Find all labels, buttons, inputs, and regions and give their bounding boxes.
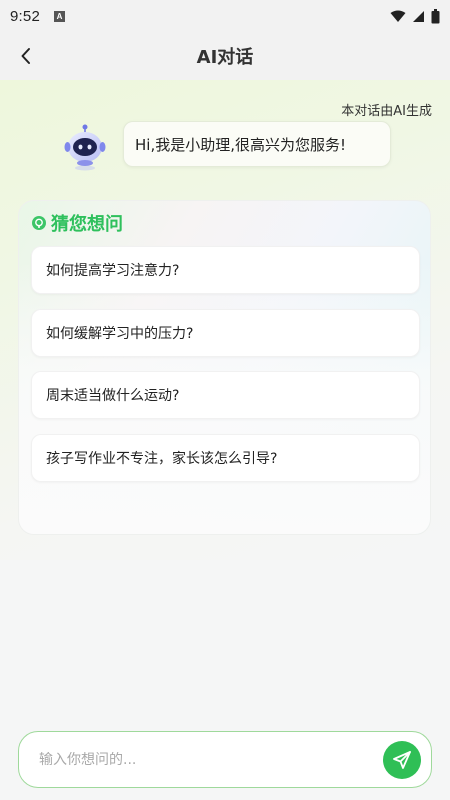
suggested-questions-card: 猜您想问 如何提高学习注意力? 如何缓解学习中的压力? 周末适当做什么运动? 孩… xyxy=(18,200,431,535)
message-input[interactable] xyxy=(39,751,369,768)
message-composer xyxy=(18,731,432,788)
suggested-question-2[interactable]: 如何缓解学习中的压力? xyxy=(31,309,420,357)
status-indicators xyxy=(390,8,440,24)
ai-generated-notice: 本对话由AI生成 xyxy=(341,104,432,119)
question-bubble-icon xyxy=(32,216,46,230)
robot-icon xyxy=(64,124,106,171)
notification-icon: A xyxy=(54,10,65,22)
suggested-question-4[interactable]: 孩子写作业不专注，家长该怎么引导? xyxy=(31,434,420,482)
suggestions-header: 猜您想问 xyxy=(31,210,123,236)
app-header: AI对话 xyxy=(0,32,450,80)
status-time: 9:52 xyxy=(10,7,40,25)
send-icon xyxy=(393,751,411,769)
chevron-left-icon xyxy=(21,48,30,64)
suggested-question-3[interactable]: 周末适当做什么运动? xyxy=(31,371,420,419)
page-title: AI对话 xyxy=(196,47,254,68)
back-button[interactable] xyxy=(14,44,38,68)
greeting-text: Hi,我是小助理,很高兴为您服务! xyxy=(135,135,346,154)
assistant-greeting-bubble: Hi,我是小助理,很高兴为您服务! xyxy=(123,121,391,167)
signal-icon xyxy=(413,10,424,22)
status-bar: 9:52 A xyxy=(0,0,450,32)
suggestions-title: 猜您想问 xyxy=(51,214,123,235)
wifi-icon xyxy=(390,10,406,22)
battery-icon xyxy=(431,8,440,23)
send-button[interactable] xyxy=(383,741,421,779)
suggested-question-1[interactable]: 如何提高学习注意力? xyxy=(31,246,420,294)
